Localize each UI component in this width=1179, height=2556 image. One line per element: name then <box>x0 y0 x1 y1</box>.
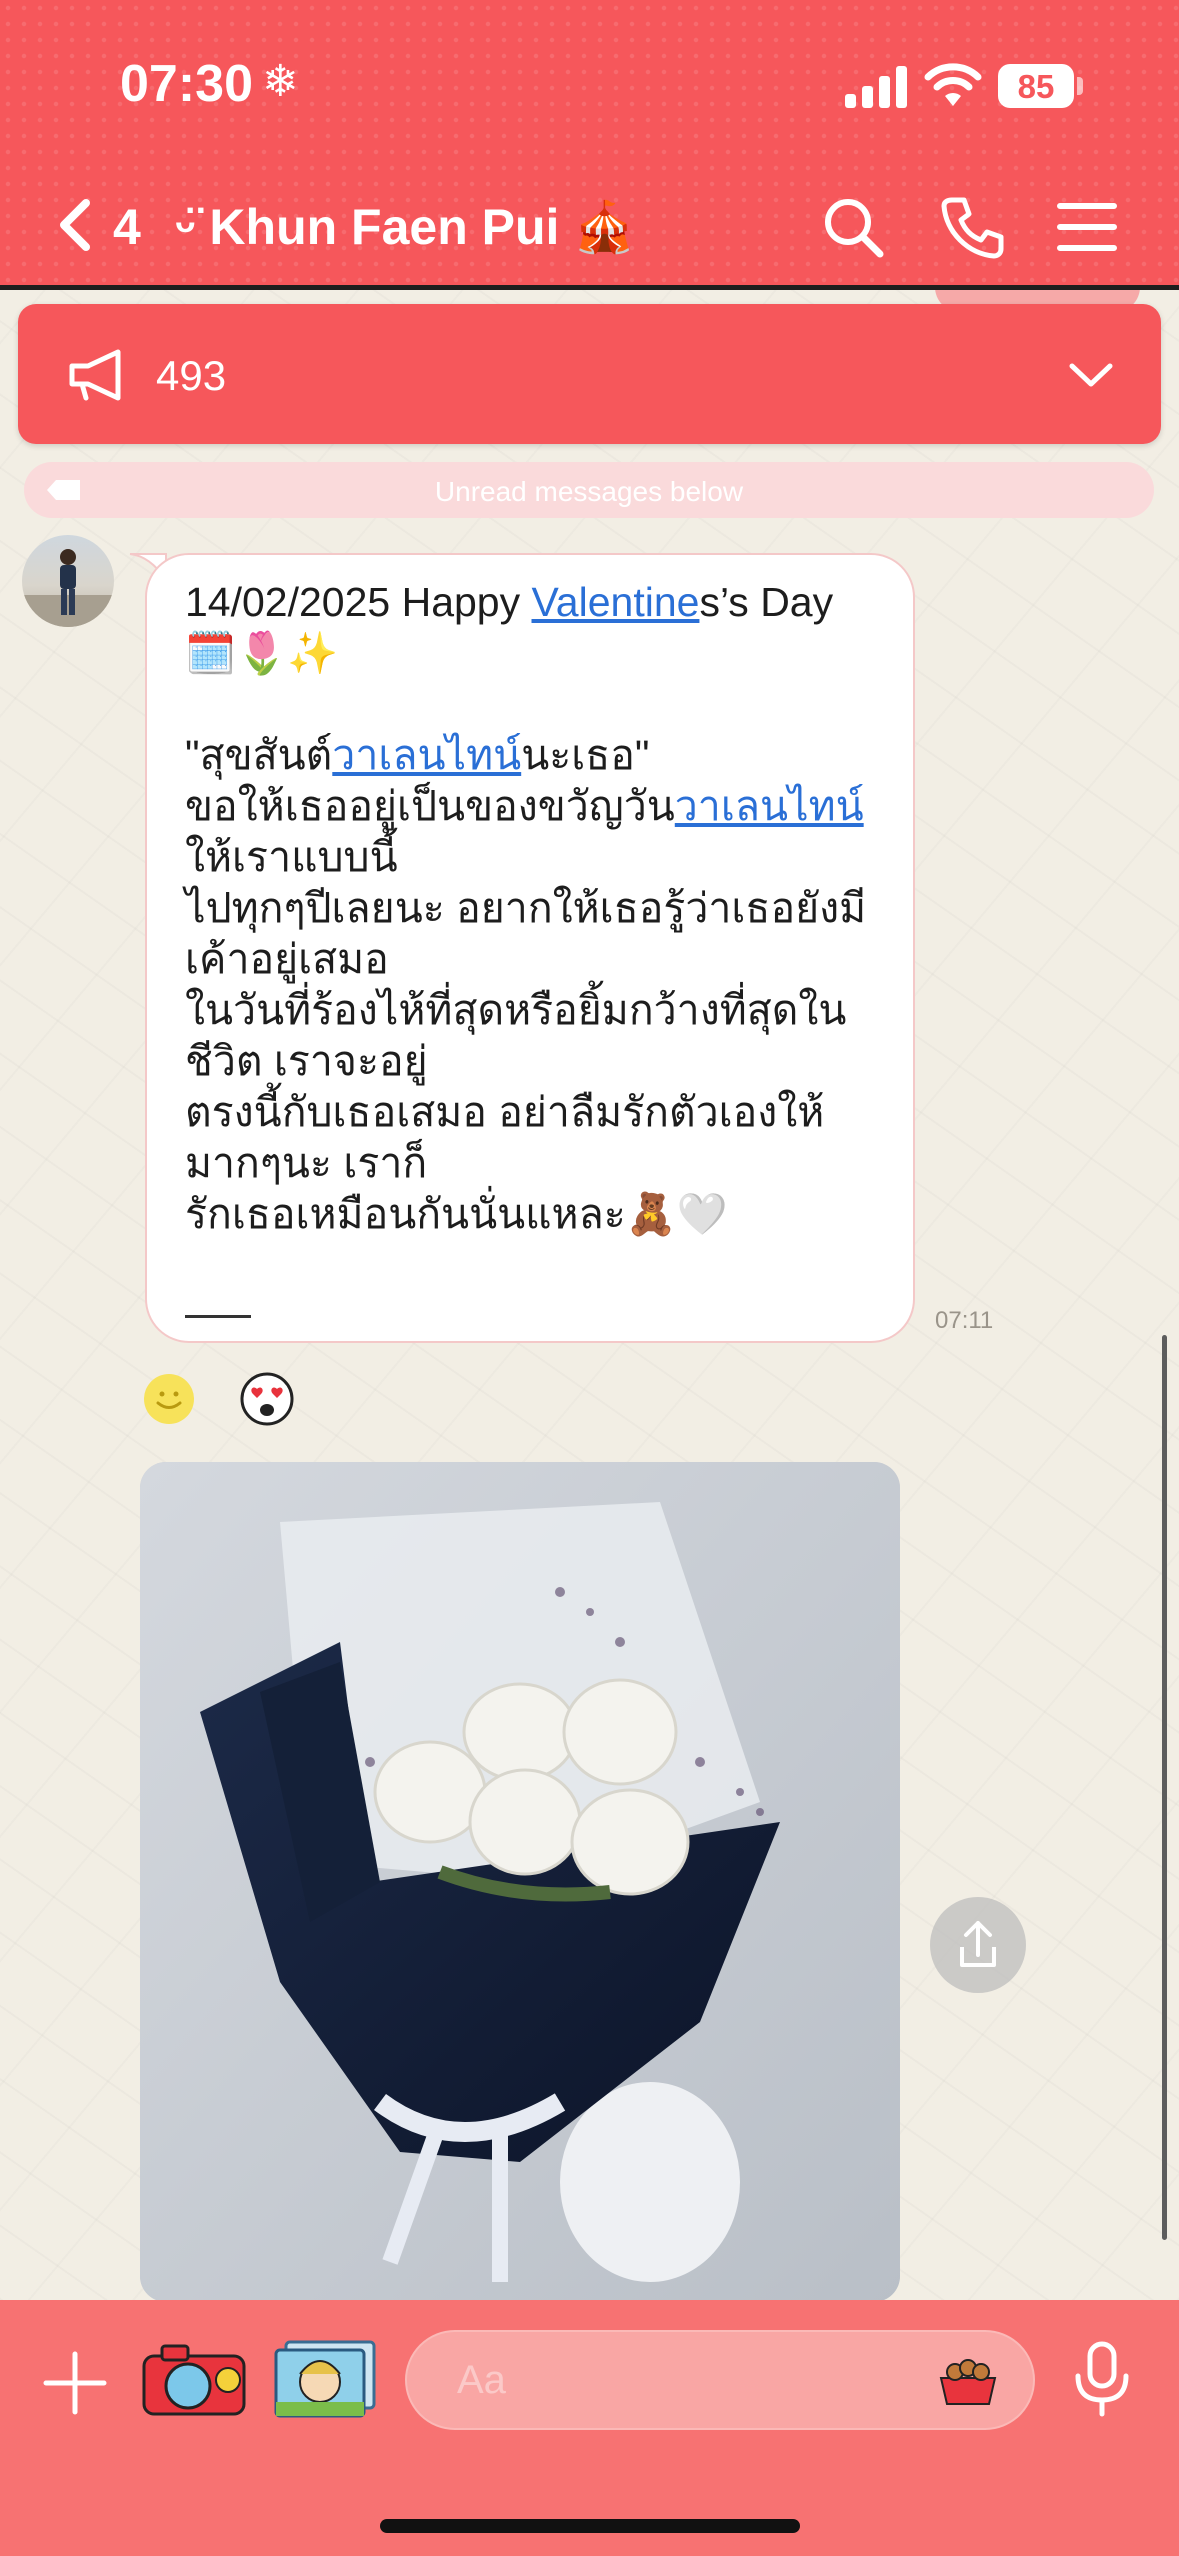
date-line-suffix: s’s Day <box>699 579 834 625</box>
message-input[interactable]: Aa <box>405 2330 1035 2430</box>
unread-divider: Unread messages below <box>24 462 1154 518</box>
back-chevron-icon[interactable] <box>50 195 110 255</box>
snowflake-icon: ❄ <box>262 57 299 106</box>
battery-icon: 85 <box>998 64 1074 108</box>
battery-level: 85 <box>1017 68 1055 105</box>
sticker-icon[interactable] <box>937 2354 999 2408</box>
share-icon <box>960 1921 996 1967</box>
message-input-placeholder: Aa <box>457 2358 506 2402</box>
bouquet-photo[interactable] <box>140 1462 900 2302</box>
avatar[interactable] <box>22 535 114 627</box>
valentine-link[interactable]: Valentine <box>532 579 700 625</box>
camera-icon[interactable] <box>140 2340 252 2420</box>
message-text: 14/02/2025 Happy Valentines’s Day 🗓️🌷✨ "… <box>185 577 885 1240</box>
search-icon[interactable] <box>818 192 888 262</box>
top-bar: 07:30 ❄ 85 4 ᵕ̈ Khun Faen Pui 🎪 <box>0 0 1179 290</box>
microphone-icon[interactable] <box>1070 2340 1134 2420</box>
chevron-down-icon[interactable] <box>1068 360 1114 390</box>
unread-label: Unread messages below <box>434 476 744 507</box>
share-button[interactable] <box>930 1897 1026 1993</box>
emoji-line: 🗓️🌷✨ <box>185 630 339 676</box>
scroll-indicator[interactable] <box>1162 1335 1167 2240</box>
gallery-icon[interactable] <box>272 2338 380 2418</box>
wifi-icon <box>924 63 982 106</box>
date-line-prefix: 14/02/2025 Happy <box>185 579 532 625</box>
heart-eyes-icon[interactable] <box>240 1372 294 1426</box>
cellular-signal-icon <box>845 64 907 108</box>
line-2-suffix: ให้เราแบบนี้ <box>185 834 398 880</box>
valentine-thai-link-2[interactable]: วาเลนไทน์ <box>675 783 864 829</box>
bottom-input-bar: Aa <box>0 2300 1179 2556</box>
quote-open: "สุขสันต์ <box>185 732 333 778</box>
message-bubble[interactable]: 14/02/2025 Happy Valentines’s Day 🗓️🌷✨ "… <box>145 553 915 1343</box>
menu-icon[interactable] <box>1052 192 1122 262</box>
battery-tip <box>1077 77 1083 95</box>
status-time: 07:30 <box>120 55 253 113</box>
quote-close: นะเธอ" <box>521 732 650 778</box>
home-indicator[interactable] <box>380 2519 800 2533</box>
message-time: 07:11 <box>935 1307 994 1334</box>
announcement-bar[interactable]: 493 <box>18 304 1161 444</box>
phone-icon[interactable] <box>938 192 1008 262</box>
line-2-prefix: ขอให้เธออยู่เป็นของขวัญวัน <box>185 783 675 829</box>
valentine-thai-link[interactable]: วาเลนไทน์ <box>332 732 521 778</box>
megaphone-icon <box>69 349 121 401</box>
message-body-rest: ไปทุกๆปีเลยนะ อยากให้เธอรู้ว่าเธอยังมีเค… <box>185 885 867 1237</box>
smile-icon[interactable] <box>142 1372 196 1426</box>
message-divider-line <box>185 1315 251 1318</box>
plus-icon[interactable] <box>40 2348 110 2418</box>
chat-title[interactable]: ᵕ̈ Khun Faen Pui 🎪 <box>175 198 636 257</box>
announcement-count: 493 <box>156 352 227 399</box>
back-unread-count[interactable]: 4 <box>113 198 141 256</box>
